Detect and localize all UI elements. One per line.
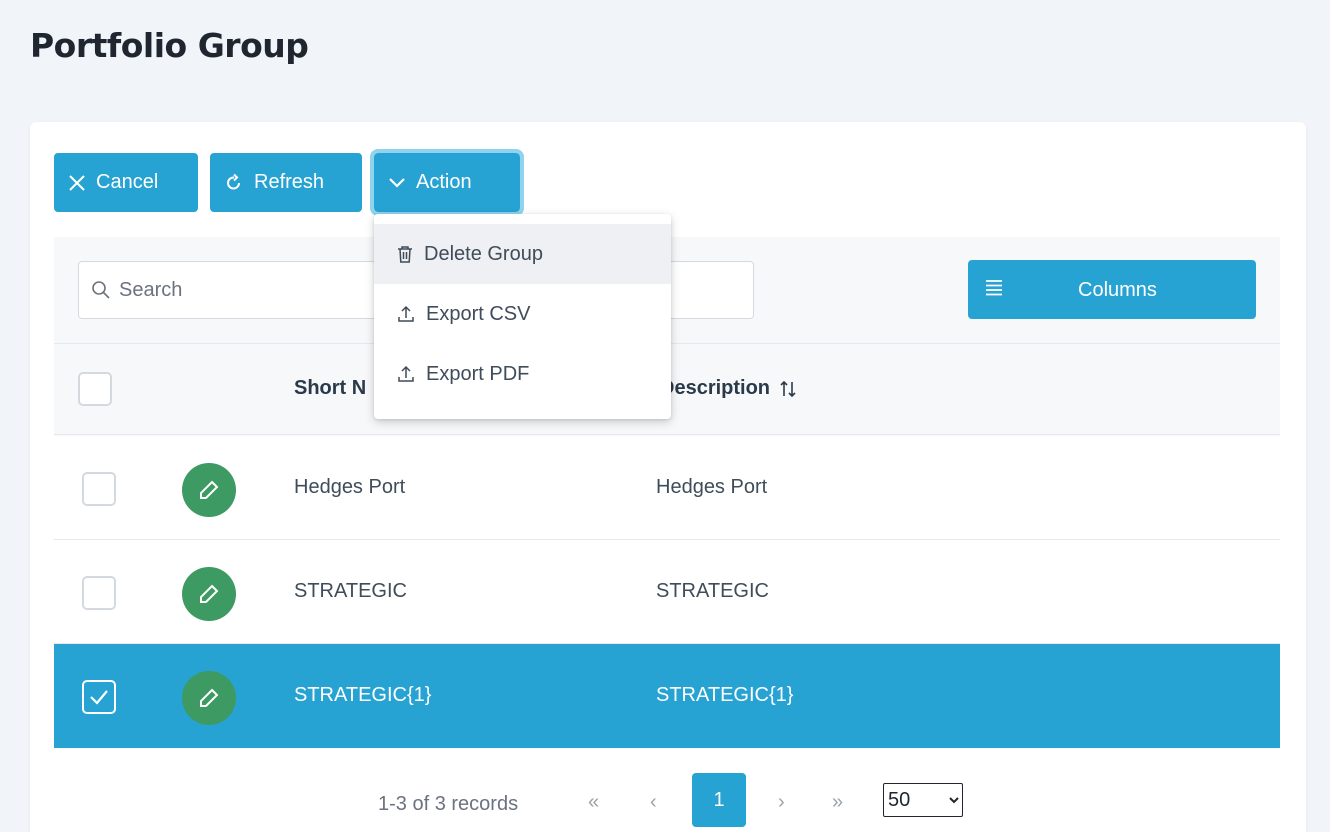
row-checkbox-checked[interactable]	[82, 680, 116, 714]
cell-short-name: STRATEGIC	[294, 580, 407, 602]
first-page-button[interactable]: «	[588, 791, 599, 814]
refresh-icon	[227, 173, 240, 189]
last-page-button[interactable]: »	[832, 791, 843, 814]
cell-short-name: Hedges Port	[294, 476, 406, 498]
trash-icon	[398, 246, 412, 263]
column-header-description[interactable]: Description	[660, 377, 798, 400]
row-checkbox[interactable]	[82, 576, 116, 610]
cell-description: Hedges Port	[656, 476, 768, 498]
list-icon	[986, 280, 1002, 296]
table-row-selected[interactable]: STRATEGIC{1} STRATEGIC{1}	[54, 644, 1280, 748]
cell-description: STRATEGIC	[656, 580, 769, 602]
upload-icon	[398, 305, 414, 322]
page-title: Portfolio Group	[30, 26, 309, 65]
checkmark-icon	[90, 690, 108, 705]
edit-button[interactable]	[182, 567, 236, 621]
cell-short-name: STRATEGIC{1}	[294, 684, 432, 706]
table-row[interactable]: STRATEGIC STRATEGIC	[54, 540, 1280, 644]
edit-button[interactable]	[182, 671, 236, 725]
action-label: Action	[416, 171, 472, 193]
close-icon	[69, 174, 85, 191]
edit-button[interactable]	[182, 463, 236, 517]
refresh-button[interactable]: Refresh	[210, 153, 362, 212]
columns-button[interactable]: Columns	[968, 260, 1256, 319]
action-dropdown-menu: Delete Group Export CSV Export PDF	[374, 214, 671, 419]
pagination-summary: 1-3 of 3 records	[378, 793, 519, 815]
menu-item-export-csv[interactable]: Export CSV	[374, 284, 671, 344]
cancel-button[interactable]: Cancel	[54, 153, 198, 212]
menu-item-export-pdf[interactable]: Export PDF	[374, 344, 671, 404]
prev-page-button[interactable]: ‹	[650, 791, 657, 814]
pencil-icon	[200, 584, 219, 603]
cancel-label: Cancel	[96, 171, 159, 193]
refresh-label: Refresh	[254, 171, 325, 193]
search-icon	[92, 281, 110, 299]
toolbar: Cancel Refresh Action	[54, 149, 524, 216]
pencil-icon	[200, 688, 219, 707]
page-button-current[interactable]: 1	[692, 773, 746, 827]
menu-item-delete-group[interactable]: Delete Group	[374, 224, 671, 284]
description-header-label: Description	[660, 377, 771, 399]
menu-item-label: Delete Group	[424, 242, 543, 265]
pencil-icon	[200, 480, 219, 499]
page-size-select[interactable]: 50	[883, 783, 963, 817]
select-all-checkbox[interactable]	[78, 372, 112, 406]
columns-label: Columns	[1078, 279, 1157, 301]
sort-icon	[780, 380, 796, 397]
pagination: 1-3 of 3 records « ‹ 1 › » 50	[54, 749, 1280, 832]
action-button[interactable]: Action	[370, 149, 524, 216]
upload-icon	[398, 365, 414, 382]
column-header-short-name[interactable]: Short N	[294, 377, 366, 400]
menu-item-label: Export PDF	[426, 362, 530, 385]
row-checkbox[interactable]	[82, 472, 116, 506]
cell-description: STRATEGIC{1}	[656, 684, 794, 706]
next-page-button[interactable]: ›	[778, 791, 785, 814]
table-row[interactable]: Hedges Port Hedges Port	[54, 436, 1280, 540]
menu-item-label: Export CSV	[426, 302, 531, 325]
chevron-down-icon	[389, 177, 405, 188]
